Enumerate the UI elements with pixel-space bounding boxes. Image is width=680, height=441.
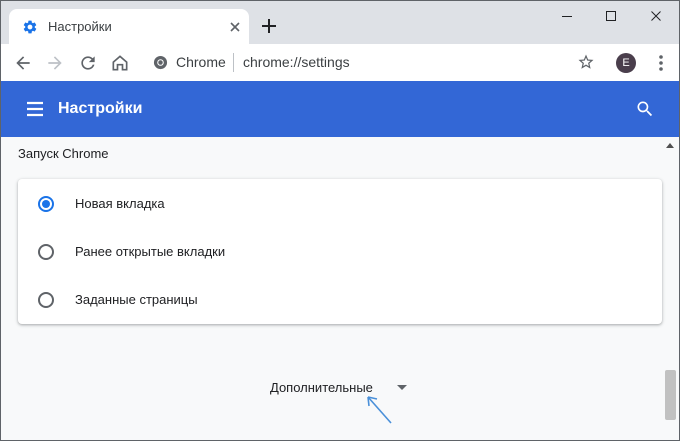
radio-option-previous-tabs[interactable]: Ранее открытые вкладки [18, 228, 662, 276]
back-arrow-icon[interactable] [13, 53, 33, 73]
home-icon[interactable] [110, 53, 130, 73]
page-title: Настройки [58, 100, 143, 117]
dropdown-arrow-icon[interactable] [397, 385, 407, 391]
hamburger-menu-icon[interactable] [25, 100, 45, 118]
omnibox-separator [233, 53, 234, 72]
maximize-icon[interactable] [602, 7, 620, 25]
browser-toolbar: Chrome chrome://settings E [1, 44, 679, 81]
annotation-arrow-icon [367, 396, 392, 424]
chrome-logo-icon [153, 55, 168, 70]
radio-button-checked[interactable] [38, 196, 54, 212]
settings-content: Запуск Chrome Новая вкладка Ранее открыт… [1, 137, 679, 440]
tab-settings[interactable]: Настройки [9, 9, 249, 44]
radio-option-new-tab[interactable]: Новая вкладка [18, 180, 662, 228]
scrollbar-thumb[interactable] [665, 370, 676, 420]
menu-kebab-icon[interactable] [657, 53, 665, 73]
radio-button[interactable] [38, 292, 54, 308]
chrome-chip-label[interactable]: Chrome [176, 54, 226, 70]
settings-header: Настройки [1, 81, 679, 137]
reload-icon[interactable] [78, 53, 98, 73]
scroll-up-arrow-icon[interactable] [666, 142, 674, 148]
profile-avatar[interactable]: E [616, 53, 636, 73]
tab-title: Настройки [48, 19, 112, 34]
radio-button[interactable] [38, 244, 54, 260]
forward-arrow-icon[interactable] [45, 53, 65, 73]
gear-icon [23, 20, 37, 34]
plus-icon[interactable] [260, 17, 278, 35]
address-bar-url[interactable]: chrome://settings [243, 54, 350, 70]
radio-label: Ранее открытые вкладки [75, 244, 226, 259]
minimize-icon[interactable] [558, 7, 576, 25]
browser-window: Настройки Chrome chrome://settings E Нас… [0, 0, 680, 441]
radio-label: Заданные страницы [75, 292, 198, 307]
tab-strip: Настройки [1, 1, 679, 44]
radio-option-specific-pages[interactable]: Заданные страницы [18, 276, 662, 324]
close-icon[interactable] [647, 7, 665, 25]
advanced-settings-button[interactable]: Дополнительные [270, 380, 373, 396]
startup-options-card: Новая вкладка Ранее открытые вкладки Зад… [18, 179, 662, 324]
search-icon[interactable] [635, 99, 655, 119]
radio-label: Новая вкладка [75, 196, 165, 211]
close-icon[interactable] [227, 19, 243, 35]
section-title-on-startup: Запуск Chrome [18, 146, 109, 161]
bookmark-star-icon[interactable] [577, 53, 595, 71]
